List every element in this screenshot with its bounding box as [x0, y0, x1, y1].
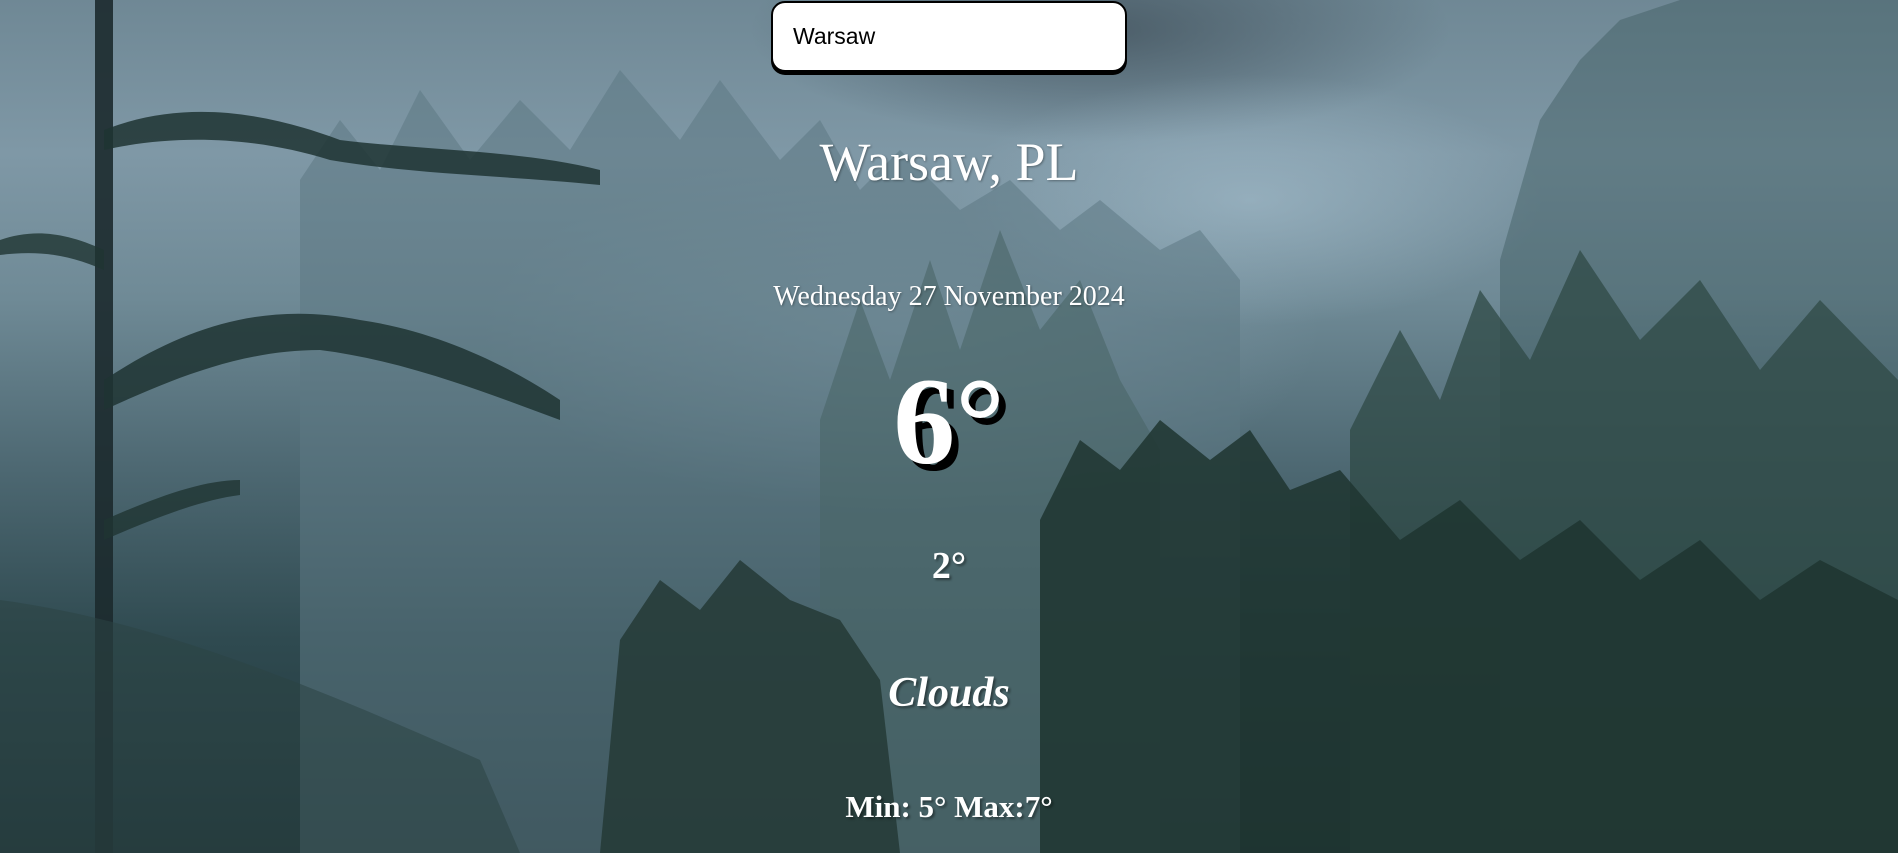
min-max-temperature: Min: 5° Max:7° — [845, 789, 1053, 824]
current-temperature: 6° — [893, 353, 1005, 490]
location-title: Warsaw, PL — [819, 132, 1079, 192]
city-search-input[interactable] — [771, 1, 1127, 72]
feels-like-temperature: 2° — [931, 545, 967, 587]
current-date: Wednesday 27 November 2024 — [773, 281, 1125, 312]
weather-condition: Clouds — [888, 670, 1010, 716]
